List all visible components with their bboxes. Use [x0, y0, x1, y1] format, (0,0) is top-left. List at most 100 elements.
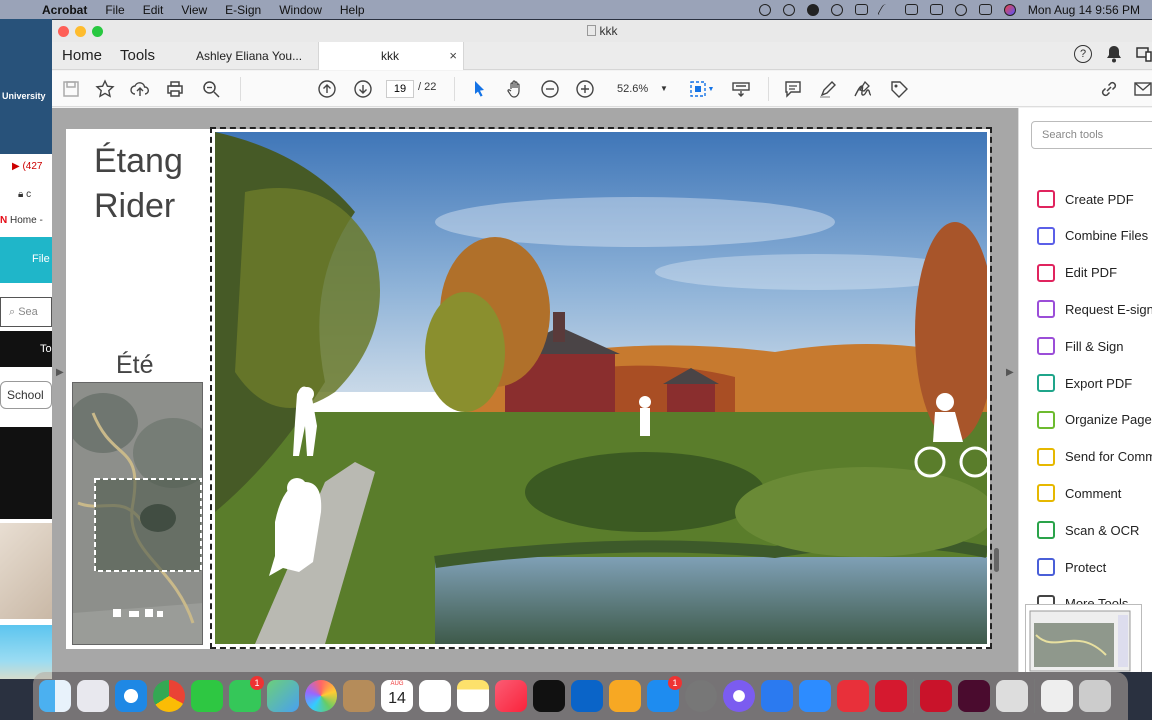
next-page-button[interactable]: [352, 79, 374, 99]
email-button[interactable]: [1132, 79, 1152, 99]
tab-home[interactable]: Home: [62, 42, 102, 70]
tool-request-esignature[interactable]: Request E-signa: [1037, 297, 1152, 321]
control-center-icon[interactable]: [978, 4, 992, 15]
display-icon[interactable]: [854, 4, 868, 15]
tool-comment[interactable]: Comment: [1037, 481, 1152, 505]
app-store-icon[interactable]: 1: [647, 676, 682, 712]
cc-sync-icon[interactable]: [782, 3, 795, 16]
menu-edit[interactable]: Edit: [143, 3, 164, 17]
search-icon[interactable]: [954, 3, 967, 16]
bookmark-star-button[interactable]: [94, 79, 116, 99]
tool-organize-pages[interactable]: Organize Pages: [1037, 408, 1152, 432]
share-link-button[interactable]: [1098, 79, 1120, 99]
finder-icon[interactable]: [39, 680, 71, 712]
keyboard-tool-button[interactable]: [730, 79, 752, 99]
messenger-icon[interactable]: [723, 680, 755, 712]
tool-create-pdf[interactable]: Create PDF: [1037, 187, 1152, 211]
vertical-scrollbar[interactable]: [994, 548, 999, 572]
preview-icon[interactable]: [996, 680, 1028, 712]
bell-icon[interactable]: [1106, 45, 1122, 63]
messages-icon[interactable]: 1: [229, 676, 264, 712]
clock[interactable]: Mon Aug 14 9:56 PM: [1028, 3, 1140, 17]
help-icon[interactable]: ?: [1074, 45, 1092, 63]
expand-right-panel-icon[interactable]: ▶: [1006, 367, 1014, 378]
tool-edit-pdf[interactable]: Edit PDF: [1037, 261, 1152, 285]
trash-icon[interactable]: [1079, 680, 1111, 712]
save-button[interactable]: [60, 79, 82, 99]
tab-document-kkk[interactable]: kkk ×: [318, 42, 464, 70]
stamp-button[interactable]: [888, 79, 910, 99]
select-tool-button[interactable]: [468, 79, 490, 99]
youtube-tab[interactable]: ▶ (427: [12, 161, 42, 172]
zoom-out-button[interactable]: [539, 79, 561, 99]
safari-icon[interactable]: [115, 680, 147, 712]
contacts-icon[interactable]: [343, 680, 375, 712]
page-thumbnail-preview[interactable]: [1025, 604, 1142, 672]
tool-export-pdf[interactable]: Export PDF: [1037, 371, 1152, 395]
apple-tv-icon[interactable]: [533, 680, 565, 712]
menu-help[interactable]: Help: [340, 3, 365, 17]
grammarly-icon[interactable]: [806, 3, 819, 16]
tab-tools[interactable]: Tools: [120, 42, 155, 70]
zoom-level-dropdown[interactable]: 52.6% ▼: [610, 80, 670, 98]
battery-icon[interactable]: [904, 4, 918, 15]
devices-icon[interactable]: [1136, 46, 1152, 62]
previous-page-button[interactable]: [316, 79, 338, 99]
menu-app-name[interactable]: Acrobat: [42, 3, 87, 17]
acrobat-cs-icon[interactable]: [875, 680, 907, 712]
collapse-left-icon[interactable]: ▶: [56, 367, 64, 378]
close-tab-icon[interactable]: ×: [449, 42, 457, 70]
facetime-icon[interactable]: [191, 680, 223, 712]
page-number-input[interactable]: 19: [386, 80, 414, 98]
creative-cloud-icon[interactable]: [758, 3, 771, 16]
page-fit-button[interactable]: ▼: [686, 79, 716, 99]
menu-window[interactable]: Window: [279, 3, 322, 17]
pencil-slash-icon[interactable]: [876, 4, 897, 15]
comment-button[interactable]: [782, 79, 804, 99]
notes-icon[interactable]: [457, 680, 489, 712]
zoom-in-button[interactable]: [574, 79, 596, 99]
school-chip[interactable]: School: [0, 381, 52, 409]
menu-view[interactable]: View: [181, 3, 207, 17]
find-zoom-button[interactable]: [200, 79, 222, 99]
pages-icon[interactable]: [609, 680, 641, 712]
screen-mirroring-icon[interactable]: [929, 4, 943, 15]
address-bar[interactable]: 🔒︎ c: [18, 189, 31, 200]
minimize-window-button[interactable]: [75, 26, 86, 37]
highlight-button[interactable]: [817, 79, 839, 99]
zoom-app-icon[interactable]: [799, 680, 831, 712]
print-button[interactable]: [164, 79, 186, 99]
play-icon[interactable]: [830, 3, 843, 16]
close-window-button[interactable]: [58, 26, 69, 37]
music-icon[interactable]: [495, 680, 527, 712]
reminders-icon[interactable]: [419, 680, 451, 712]
security-shield-icon[interactable]: [761, 680, 793, 712]
siri-icon[interactable]: [1003, 3, 1016, 16]
mail-icon[interactable]: [837, 680, 869, 712]
tool-scan-and-ocr[interactable]: Scan & OCR: [1037, 518, 1152, 542]
document-viewer[interactable]: ▶ Étang Rider Été ▶: [52, 108, 1018, 672]
netflix-bookmark[interactable]: N Home -: [0, 215, 43, 226]
calendar-icon[interactable]: AUG 14: [381, 680, 413, 712]
tool-send-for-comments[interactable]: Send for Comme: [1037, 445, 1152, 469]
chrome-icon[interactable]: [153, 680, 185, 712]
acrobat-icon[interactable]: [920, 680, 952, 712]
zoom-window-button[interactable]: [92, 26, 103, 37]
photos-icon[interactable]: [305, 680, 337, 712]
tool-protect[interactable]: Protect: [1037, 555, 1152, 579]
background-search[interactable]: ⌕ Sea: [0, 297, 52, 327]
sign-button[interactable]: [852, 79, 874, 99]
outlook-icon[interactable]: [571, 680, 603, 712]
tab-document-ashley[interactable]: Ashley Eliana You...: [172, 42, 318, 70]
indesign-icon[interactable]: [958, 680, 990, 712]
upload-cloud-button[interactable]: [129, 79, 151, 99]
tool-combine-files[interactable]: Combine Files: [1037, 224, 1152, 248]
menu-esign[interactable]: E-Sign: [225, 3, 261, 17]
system-settings-icon[interactable]: [685, 680, 717, 712]
tool-fill-and-sign[interactable]: Fill & Sign: [1037, 334, 1152, 358]
search-tools-input[interactable]: Search tools: [1031, 121, 1152, 149]
menu-file[interactable]: File: [105, 3, 124, 17]
phone-icon[interactable]: [1041, 680, 1073, 712]
hand-tool-button[interactable]: [504, 79, 526, 99]
background-dark-tab[interactable]: To: [0, 331, 52, 367]
